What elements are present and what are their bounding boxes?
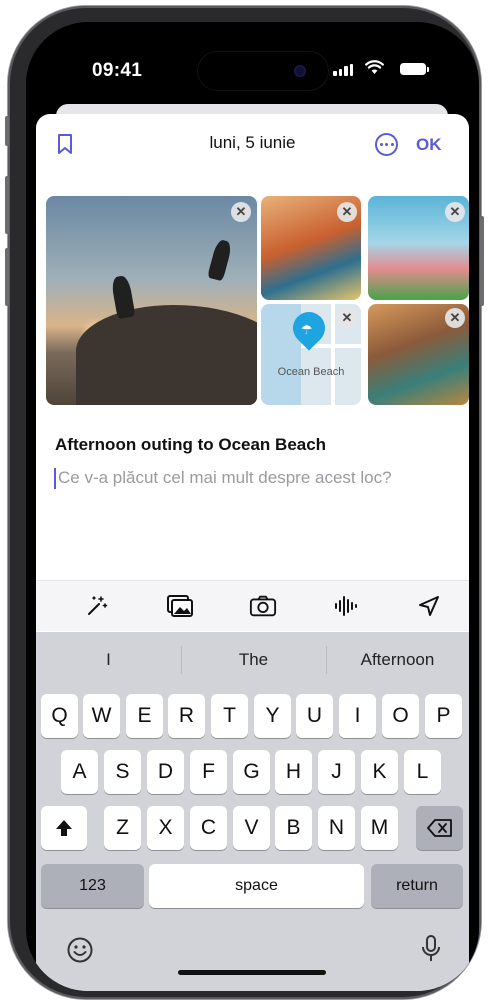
phone-frame: 09:41 luni, 5 iunie OK ✕ ✕ ✕ ☂ Ocean Bea… <box>5 6 484 999</box>
battery-icon <box>400 63 429 75</box>
suggestion-2[interactable]: The <box>181 650 326 670</box>
magic-wand-icon[interactable] <box>83 593 111 619</box>
location-arrow-icon[interactable] <box>415 593 443 619</box>
return-key[interactable]: return <box>371 864 463 908</box>
key-f[interactable]: F <box>190 750 227 794</box>
suggestion-3[interactable]: Afternoon <box>326 650 469 670</box>
volume-down-button <box>5 248 9 306</box>
volume-up-button <box>5 176 9 234</box>
remove-photo-icon[interactable]: ✕ <box>337 308 357 328</box>
key-w[interactable]: W <box>83 694 120 738</box>
ok-button[interactable]: OK <box>416 135 442 155</box>
key-i[interactable]: I <box>339 694 376 738</box>
key-v[interactable]: V <box>233 806 270 850</box>
more-options-icon[interactable] <box>375 133 398 156</box>
key-z[interactable]: Z <box>104 806 141 850</box>
shift-key[interactable] <box>41 806 87 850</box>
photo-woman-selfie[interactable]: ✕ <box>368 304 469 405</box>
key-l[interactable]: L <box>404 750 441 794</box>
journal-entry-sheet: luni, 5 iunie OK ✕ ✕ ✕ ☂ Ocean Beach ✕ ✕… <box>36 114 469 991</box>
numbers-key[interactable]: 123 <box>41 864 144 908</box>
key-r[interactable]: R <box>168 694 205 738</box>
backspace-icon <box>426 819 452 837</box>
photo-beach-ball[interactable]: ✕ <box>368 196 469 300</box>
suggestion-1[interactable]: I <box>36 650 181 670</box>
key-k[interactable]: K <box>361 750 398 794</box>
map-location-tile[interactable]: ☂ Ocean Beach ✕ <box>261 304 361 405</box>
cellular-signal-icon <box>333 64 353 76</box>
remove-photo-icon[interactable]: ✕ <box>445 308 465 328</box>
camera-icon[interactable] <box>249 593 277 619</box>
backspace-key[interactable] <box>416 806 463 850</box>
key-m[interactable]: M <box>361 806 398 850</box>
mute-switch <box>5 116 9 146</box>
key-b[interactable]: B <box>275 806 312 850</box>
key-s[interactable]: S <box>104 750 141 794</box>
key-g[interactable]: G <box>233 750 270 794</box>
entry-date: luni, 5 iunie <box>209 133 296 152</box>
status-bar: 09:41 <box>26 22 479 102</box>
keyboard: I The Afternoon Q W E R T Y U I O P A S … <box>36 632 469 991</box>
key-j[interactable]: J <box>318 750 355 794</box>
status-time: 09:41 <box>92 60 143 81</box>
remove-photo-icon[interactable]: ✕ <box>445 202 465 222</box>
key-a[interactable]: A <box>61 750 98 794</box>
key-u[interactable]: U <box>296 694 333 738</box>
power-button <box>480 216 484 306</box>
key-y[interactable]: Y <box>254 694 291 738</box>
key-o[interactable]: O <box>382 694 419 738</box>
emoji-icon[interactable] <box>66 936 94 964</box>
predictive-text-bar: I The Afternoon <box>36 632 469 688</box>
key-p[interactable]: P <box>425 694 462 738</box>
space-key[interactable]: space <box>149 864 364 908</box>
remove-photo-icon[interactable]: ✕ <box>337 202 357 222</box>
text-cursor <box>54 468 56 489</box>
shift-arrow-icon <box>56 820 72 836</box>
key-e[interactable]: E <box>126 694 163 738</box>
entry-header: luni, 5 iunie OK <box>36 114 469 164</box>
key-c[interactable]: C <box>190 806 227 850</box>
entry-title[interactable]: Afternoon outing to Ocean Beach <box>55 435 326 455</box>
key-t[interactable]: T <box>211 694 248 738</box>
entry-toolbar <box>36 580 469 631</box>
remove-photo-icon[interactable]: ✕ <box>231 202 251 222</box>
key-q[interactable]: Q <box>41 694 78 738</box>
dynamic-island <box>198 52 328 90</box>
key-x[interactable]: X <box>147 806 184 850</box>
key-h[interactable]: H <box>275 750 312 794</box>
key-d[interactable]: D <box>147 750 184 794</box>
photo-portrait-woman[interactable]: ✕ <box>261 196 361 300</box>
key-n[interactable]: N <box>318 806 355 850</box>
entry-body-input[interactable]: Ce v-a plăcut cel mai mult despre acest … <box>58 468 392 488</box>
home-indicator[interactable] <box>178 970 326 975</box>
screen: 09:41 luni, 5 iunie OK ✕ ✕ ✕ ☂ Ocean Bea… <box>26 22 479 991</box>
map-location-label: Ocean Beach <box>277 366 345 378</box>
photo-sunset-jump[interactable]: ✕ <box>46 196 257 405</box>
microphone-icon[interactable] <box>421 934 441 964</box>
audio-waveform-icon[interactable] <box>332 593 360 619</box>
photo-library-icon[interactable] <box>166 593 194 619</box>
wifi-icon <box>365 60 384 74</box>
